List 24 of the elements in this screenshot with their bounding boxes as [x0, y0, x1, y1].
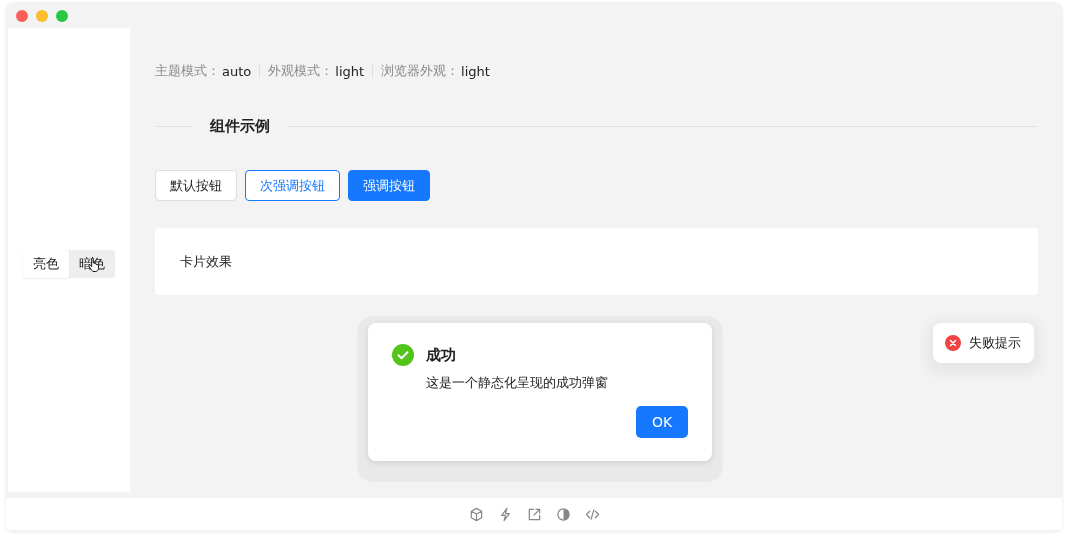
demo-button[interactable]: 默认按钮: [155, 170, 237, 201]
ok-button[interactable]: OK: [636, 406, 688, 438]
cube-icon[interactable]: [468, 506, 484, 522]
status-value: light: [335, 63, 365, 79]
theme-option[interactable]: 亮色: [23, 250, 69, 278]
close-button[interactable]: [16, 9, 28, 22]
maximize-button[interactable]: [56, 9, 68, 22]
external-link-icon[interactable]: [526, 506, 542, 522]
section-title: 组件示例: [210, 117, 270, 136]
error-icon: [945, 335, 961, 351]
status-label: 浏览器外观：: [381, 62, 460, 80]
dialog-title: 成功: [426, 345, 456, 365]
success-check-icon: [392, 344, 414, 366]
contrast-icon[interactable]: [555, 506, 571, 522]
dialog-message: 这是一个静态化呈现的成功弹窗: [426, 374, 609, 392]
card-text: 卡片效果: [180, 252, 232, 271]
status-label: 外观模式：: [268, 62, 334, 80]
status-value: light: [461, 63, 490, 79]
status-value: auto: [222, 63, 252, 79]
status-label: 主题模式：: [155, 62, 220, 80]
code-icon[interactable]: [584, 506, 600, 522]
toast-text: 失败提示: [969, 334, 1021, 352]
demo-button[interactable]: 次强调按钮: [245, 170, 340, 201]
demo-button[interactable]: 强调按钮: [348, 170, 430, 201]
